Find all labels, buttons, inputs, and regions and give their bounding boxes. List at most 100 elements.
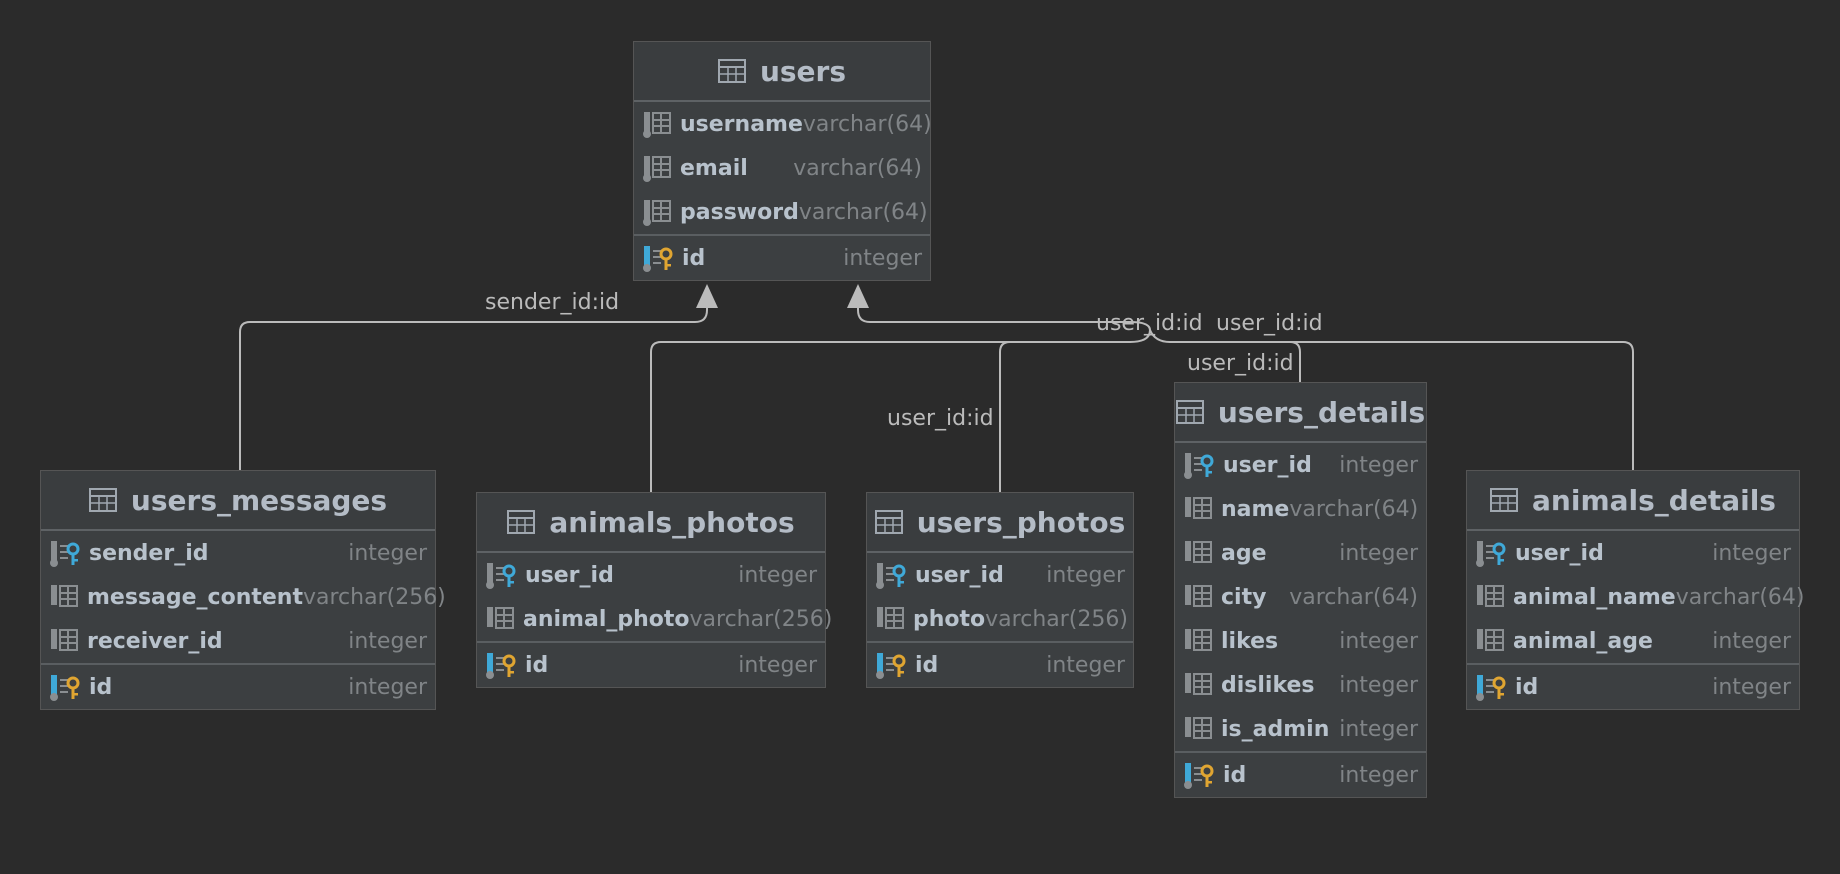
table-name: animals_photos [549,505,795,539]
foreign-key-icon [1476,541,1506,567]
column-name: likes [1221,628,1279,654]
column-icon [51,585,78,607]
fk-row[interactable]: sender_id integer [41,531,435,575]
column-type: varchar(64) [802,111,932,137]
column-row[interactable]: is_admin integer [1175,707,1426,751]
table-animals-details[interactable]: animals_details user_id integer animal_n… [1466,470,1805,710]
column-row[interactable]: dislikes integer [1175,663,1426,707]
column-name: animal_photo [523,606,690,632]
column-type: integer [1339,452,1418,478]
table-name: animals_details [1532,483,1776,517]
table-users[interactable]: users username varchar(64) email varchar… [633,41,932,281]
table-name: users_details [1217,395,1426,429]
column-name: receiver_id [87,628,223,654]
column-icon [643,200,671,226]
edge-label-animals-details: user_id:id [1216,311,1323,336]
column-icon [1185,717,1212,739]
fk-row[interactable]: user_id integer [1467,531,1799,575]
pk-row[interactable]: id integer [634,236,930,280]
fk-row[interactable]: user_id integer [1175,443,1426,487]
column-name: city [1221,584,1267,610]
table-users-messages[interactable]: users_messages sender_id integer message… [40,470,446,710]
table-header: users_messages [41,471,435,531]
column-type: varchar(64) [793,155,922,181]
column-type: varchar(64) [1289,584,1418,610]
column-type: varchar(256) [689,606,833,632]
column-type: integer [1339,628,1418,654]
column-type: integer [348,674,427,700]
column-type: integer [1339,716,1418,742]
primary-key-icon [643,246,673,272]
edge-label-users-details: user_id:id [1187,351,1294,376]
fk-row[interactable]: user_id integer [477,553,825,597]
column-row[interactable]: username varchar(64) [634,102,932,146]
table-icon [88,488,117,512]
column-row[interactable]: age integer [1175,531,1426,575]
fk-row[interactable]: user_id integer [867,553,1133,597]
column-name: id [525,652,549,678]
pk-row[interactable]: id integer [41,665,435,709]
column-name: id [1223,762,1247,788]
column-row[interactable]: password varchar(64) [634,190,930,234]
arrowhead-sender [696,284,718,308]
column-name: username [680,111,803,137]
column-type: integer [1712,540,1791,566]
column-type: integer [1046,652,1125,678]
column-name: email [680,155,748,181]
column-row[interactable]: animal_name varchar(64) [1467,575,1805,619]
column-icon [487,607,514,629]
column-icon [877,607,904,629]
column-type: varchar(64) [1675,584,1805,610]
primary-key-icon [50,675,80,701]
table-users-photos[interactable]: users_photos user_id integer photo varch… [866,492,1134,688]
table-icon [717,59,746,83]
table-users-details[interactable]: users_details user_id integer name varch… [1174,382,1427,798]
column-row[interactable]: email varchar(64) [634,146,930,190]
column-name: message_content [87,584,303,610]
column-type: integer [738,652,817,678]
column-type: integer [348,628,427,654]
column-name: id [915,652,939,678]
table-name: users_messages [130,483,388,517]
column-name: animal_name [1513,584,1676,610]
pk-row[interactable]: id integer [1175,753,1426,797]
column-icon [1477,585,1504,607]
column-icon [1185,497,1212,519]
column-name: id [89,674,113,700]
table-name: users [759,54,847,88]
edge-label-animals-photos: user_id:id [1096,311,1203,336]
column-type: integer [1339,540,1418,566]
column-row[interactable]: photo varchar(256) [867,597,1133,641]
table-animals-photos[interactable]: animals_photos user_id integer animal_ph… [476,492,832,688]
column-row[interactable]: name varchar(64) [1175,487,1426,531]
column-icon [643,112,671,138]
column-type: integer [1046,562,1125,588]
table-icon [874,510,903,534]
table-icon [1490,488,1519,512]
column-type: varchar(64) [798,199,928,225]
table-header: users_photos [867,493,1133,553]
pk-row[interactable]: id integer [477,643,825,687]
column-name: user_id [1223,452,1312,478]
pk-row[interactable]: id integer [867,643,1133,687]
column-name: id [1515,674,1539,700]
column-type: integer [738,562,817,588]
column-row[interactable]: message_content varchar(256) [41,575,446,619]
column-name: is_admin [1221,716,1330,742]
column-row[interactable]: animal_photo varchar(256) [477,597,832,641]
arrowhead-user [847,284,869,308]
table-header: animals_photos [477,493,825,553]
column-name: user_id [1515,540,1604,566]
column-icon [1185,673,1212,695]
primary-key-icon [876,653,906,679]
pk-row[interactable]: id integer [1467,665,1799,709]
column-name: age [1221,540,1267,566]
column-row[interactable]: animal_age integer [1467,619,1799,663]
column-name: sender_id [89,540,209,566]
column-row[interactable]: likes integer [1175,619,1426,663]
column-type: varchar(256) [985,606,1128,632]
column-name: dislikes [1221,672,1315,698]
column-row[interactable]: receiver_id integer [41,619,435,663]
column-row[interactable]: city varchar(64) [1175,575,1426,619]
table-header: users_details [1175,383,1426,443]
